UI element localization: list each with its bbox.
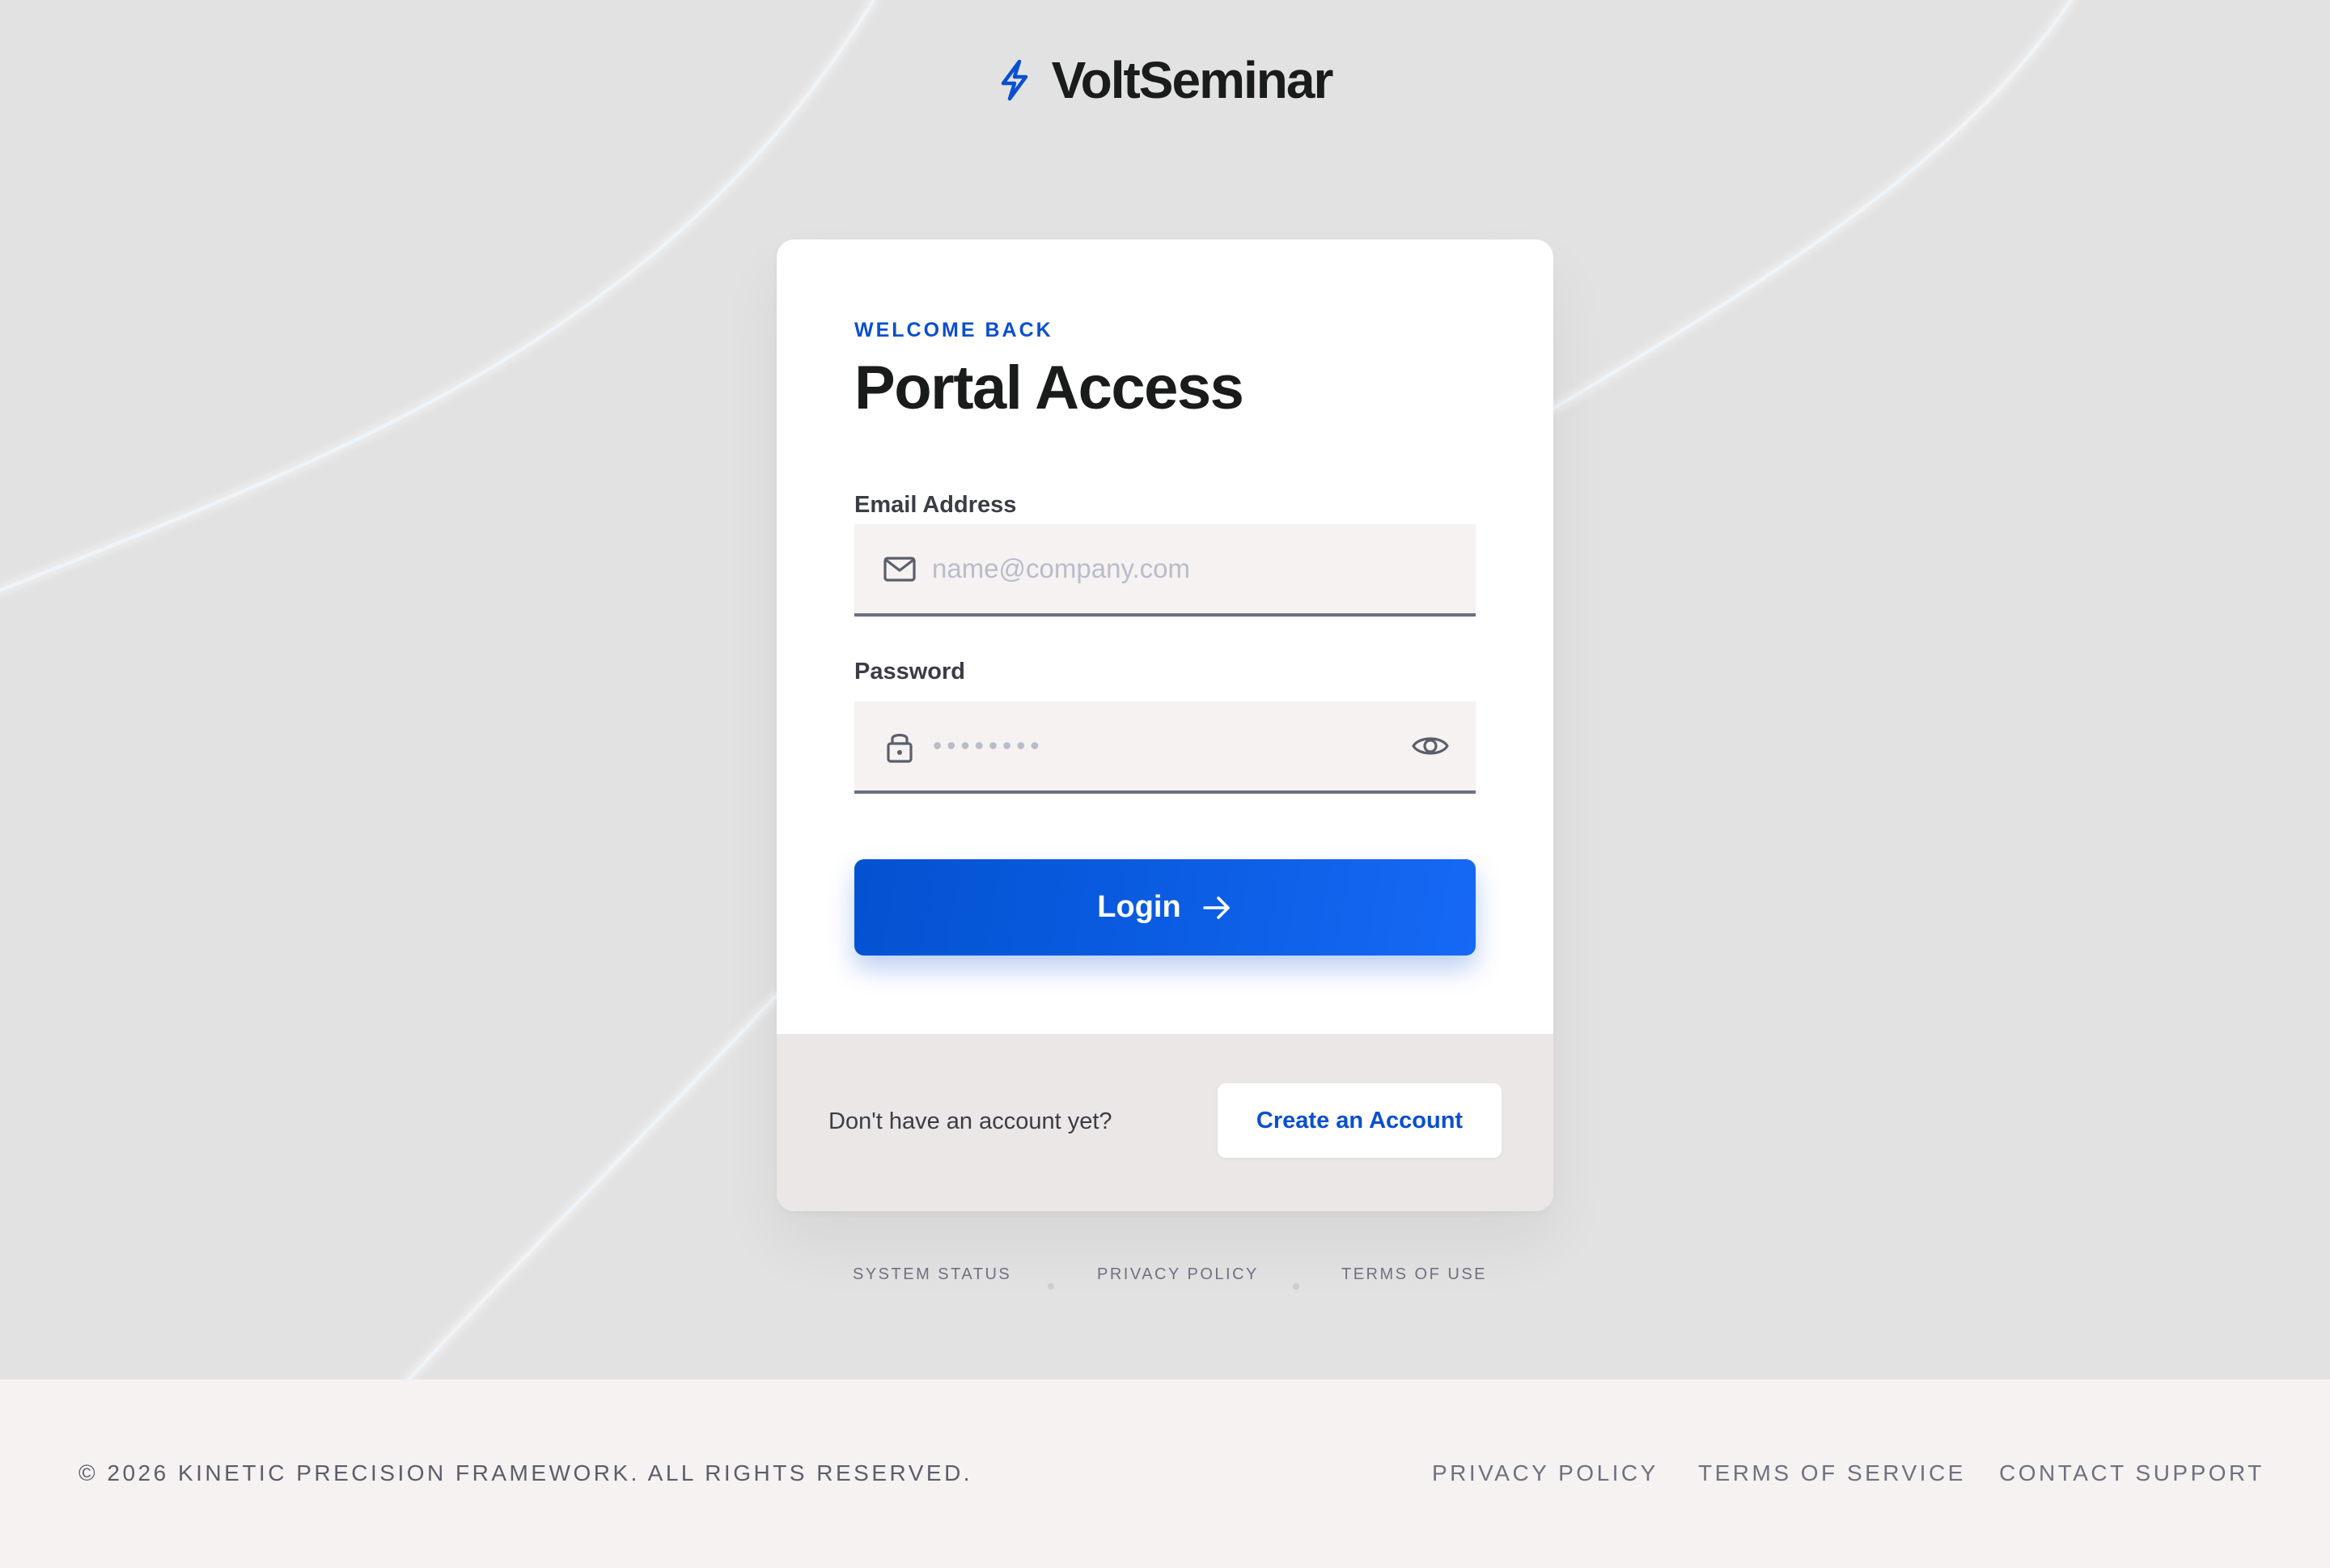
email-label: Email Address [854,492,1017,518]
copyright-text: © 2026 KINETIC PRECISION FRAMEWORK. ALL … [78,1460,973,1485]
signup-prompt: Don't have an account yet? [828,1108,1112,1134]
brand-header: VoltSeminar [0,50,2330,110]
privacy-policy-link[interactable]: PRIVACY POLICY [1097,1265,1259,1284]
envelope-icon [883,557,916,582]
password-input[interactable]: •••••••• [933,731,1044,761]
password-field[interactable]: •••••••• [854,701,1476,794]
eye-icon[interactable] [1411,727,1450,765]
login-button[interactable]: Login [854,859,1476,956]
login-form: WELCOME BACK Portal Access Email Address… [777,239,1553,1034]
login-button-label: Login [1097,890,1181,924]
email-field[interactable] [854,524,1476,617]
system-status-link[interactable]: SYSTEM STATUS [853,1265,1011,1284]
terms-of-use-link[interactable]: TERMS OF USE [1341,1265,1487,1284]
footer-terms-of-service-link[interactable]: TERMS OF SERVICE [1698,1460,1966,1486]
lock-icon [887,733,913,763]
welcome-eyebrow: WELCOME BACK [854,319,1053,341]
login-page: VoltSeminar WELCOME BACK Portal Access E… [0,0,2330,1379]
page-title: Portal Access [854,354,1244,422]
brand-name: VoltSeminar [1051,51,1334,109]
secondary-links: SYSTEM STATUS PRIVACY POLICY TERMS OF US… [0,1265,2330,1298]
card-footer: Don't have an account yet? Create an Acc… [777,1034,1553,1211]
arrow-right-icon [1202,896,1230,919]
separator-dot [1048,1283,1054,1290]
lightning-bolt-icon [1001,59,1027,101]
footer-privacy-policy-link[interactable]: PRIVACY POLICY [1432,1460,1659,1486]
separator-dot [1293,1283,1299,1290]
password-label: Password [854,659,965,684]
email-input[interactable] [932,524,1385,613]
login-card: WELCOME BACK Portal Access Email Address… [777,239,1553,1211]
footer-contact-support-link[interactable]: CONTACT SUPPORT [1999,1460,2264,1486]
page-footer: © 2026 KINETIC PRECISION FRAMEWORK. ALL … [0,1379,2330,1568]
create-account-button[interactable]: Create an Account [1218,1083,1502,1158]
